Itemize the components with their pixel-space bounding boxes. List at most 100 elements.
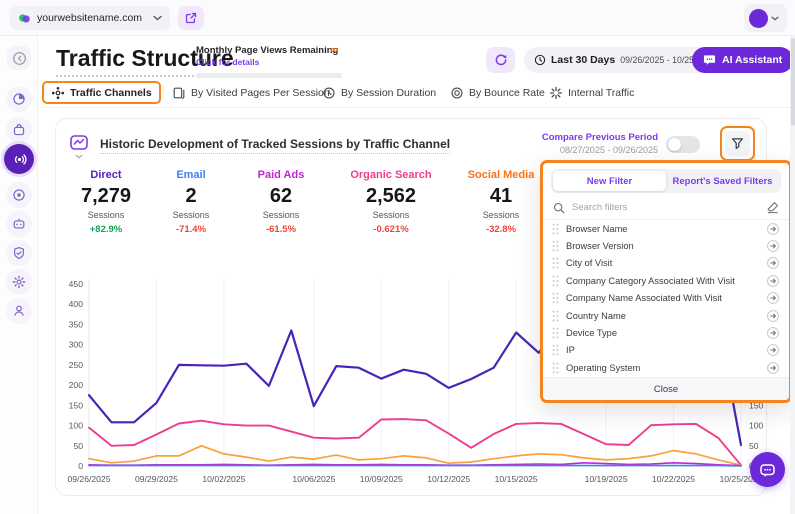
bag-icon <box>12 123 26 137</box>
bounce-icon <box>450 86 464 100</box>
tab-traffic-channels[interactable]: Traffic Channels <box>42 81 161 104</box>
sidebar-collapse-button[interactable] <box>7 46 31 70</box>
sidebar-item-goals[interactable] <box>6 182 32 208</box>
arrow-right-circle-icon[interactable] <box>766 361 780 375</box>
support-chat-button[interactable] <box>750 452 785 487</box>
sidebar-item-assistant[interactable] <box>6 211 32 237</box>
robot-icon <box>12 217 26 231</box>
x-axis-label: 10/19/2025 <box>585 474 628 484</box>
filter-item-browser-name[interactable]: Browser Name <box>543 220 789 237</box>
sidebar-item-settings[interactable] <box>6 269 32 295</box>
collapse-icon <box>12 51 27 66</box>
y-axis-label: 450 <box>69 279 84 289</box>
clock-icon <box>534 54 546 66</box>
y-axis-label: 200 <box>69 380 84 390</box>
website-name: yourwebsitename.com <box>37 12 147 24</box>
ai-assistant-button[interactable]: AI Assistant <box>692 47 793 73</box>
drag-handle-icon[interactable] <box>552 240 559 252</box>
y-axis-label: 0 <box>78 461 83 471</box>
y-axis-label: 50 <box>73 441 83 451</box>
tab-label: Internal Traffic <box>568 87 634 99</box>
filter-item-label: Operating System <box>566 363 759 373</box>
filter-item-browser-version[interactable]: Browser Version <box>543 237 789 254</box>
eraser-icon[interactable] <box>766 201 779 214</box>
chat-bot-icon <box>759 462 776 478</box>
website-icon <box>18 12 31 25</box>
tab-by-bounce-rate[interactable]: By Bounce Rate <box>450 81 545 104</box>
drag-handle-icon[interactable] <box>552 275 559 287</box>
arrow-right-circle-icon[interactable] <box>766 239 780 253</box>
x-axis-label: 10/06/2025 <box>292 474 335 484</box>
filter-item-label: Browser Version <box>566 241 759 251</box>
arrow-right-circle-icon[interactable] <box>766 343 780 357</box>
filter-item-ip[interactable]: IP <box>543 342 789 359</box>
arrow-right-circle-icon[interactable] <box>766 256 780 270</box>
open-website-button[interactable] <box>178 6 204 30</box>
tab-label: By Bounce Rate <box>469 87 545 99</box>
tab-by-visited-pages-per-session[interactable]: By Visited Pages Per Session <box>172 81 330 104</box>
filter-panel: New Filter Report's Saved Filters Browse… <box>540 160 792 403</box>
x-axis-label: 09/29/2025 <box>135 474 178 484</box>
y-axis-label: 250 <box>69 360 84 370</box>
tab-saved-filters[interactable]: Report's Saved Filters <box>666 171 779 191</box>
tab-label: By Session Duration <box>341 87 436 99</box>
filter-item-operating-system[interactable]: Operating System <box>543 359 789 376</box>
userpin-icon <box>12 304 26 318</box>
x-axis-label: 10/12/2025 <box>427 474 470 484</box>
drag-handle-icon[interactable] <box>552 223 559 235</box>
drag-handle-icon[interactable] <box>552 327 559 339</box>
external-link-icon <box>185 12 197 24</box>
internal-icon <box>549 86 563 100</box>
filter-item-city-of-visit[interactable]: City of Visit <box>543 255 789 272</box>
pie-icon <box>12 92 26 106</box>
drag-handle-icon[interactable] <box>552 257 559 269</box>
filter-item-company-category-associated-with-visit[interactable]: Company Category Associated With Visit <box>543 272 789 289</box>
scrollbar-thumb[interactable] <box>791 38 795 126</box>
report-tabs: Traffic Channels By Visited Pages Per Ses… <box>38 78 795 108</box>
infinity-icon: ∞ <box>330 44 338 56</box>
tab-by-session-duration[interactable]: By Session Duration <box>322 81 436 104</box>
x-axis-label: 10/02/2025 <box>202 474 245 484</box>
refresh-button[interactable] <box>486 47 515 73</box>
pages-icon <box>172 86 186 100</box>
filter-item-label: Country Name <box>566 311 759 321</box>
filter-item-country-name[interactable]: Country Name <box>543 307 789 324</box>
target-icon <box>12 188 26 202</box>
sidebar-item-privacy[interactable] <box>6 240 32 266</box>
drag-handle-icon[interactable] <box>552 344 559 356</box>
filter-search <box>543 196 789 220</box>
y-axis-label: 400 <box>69 299 84 309</box>
search-filters-input[interactable] <box>572 202 759 213</box>
drag-handle-icon[interactable] <box>552 362 559 374</box>
tab-internal-traffic[interactable]: Internal Traffic <box>549 81 634 104</box>
x-axis-label: 09/26/2025 <box>67 474 110 484</box>
series-social-media <box>89 446 741 465</box>
arrow-right-circle-icon[interactable] <box>766 274 780 288</box>
filter-panel-tabs: New Filter Report's Saved Filters <box>551 169 781 193</box>
search-icon <box>553 202 565 214</box>
arrow-right-circle-icon[interactable] <box>766 222 780 236</box>
x-axis-label: 10/15/2025 <box>495 474 538 484</box>
sidebar-item-traffic[interactable] <box>4 144 34 174</box>
traffic-structure-page: yourwebsitename.com Traffic Structure <box>0 0 795 514</box>
drag-handle-icon[interactable] <box>552 310 559 322</box>
website-selector[interactable]: yourwebsitename.com <box>10 6 170 30</box>
y-axis-label: 350 <box>69 319 84 329</box>
refresh-icon <box>494 53 508 67</box>
drag-handle-icon[interactable] <box>552 292 559 304</box>
top-bar: yourwebsitename.com <box>0 0 795 36</box>
y-axis-label: 100 <box>69 421 84 431</box>
y-axis-label: 150 <box>69 400 84 410</box>
close-panel-button[interactable]: Close <box>543 377 789 400</box>
sidebar-item-analytics[interactable] <box>6 86 32 112</box>
user-menu[interactable] <box>744 4 787 32</box>
filter-item-company-name-associated-with-visit[interactable]: Company Name Associated With Visit <box>543 290 789 307</box>
tab-new-filter[interactable]: New Filter <box>553 171 666 191</box>
filter-item-device-type[interactable]: Device Type <box>543 324 789 341</box>
arrow-right-circle-icon[interactable] <box>766 309 780 323</box>
sidebar-item-products[interactable] <box>6 117 32 143</box>
sidebar-item-visitors[interactable] <box>6 298 32 324</box>
quota-details-link[interactable]: Click for details <box>196 57 346 67</box>
arrow-right-circle-icon[interactable] <box>766 326 780 340</box>
arrow-right-circle-icon[interactable] <box>766 291 780 305</box>
